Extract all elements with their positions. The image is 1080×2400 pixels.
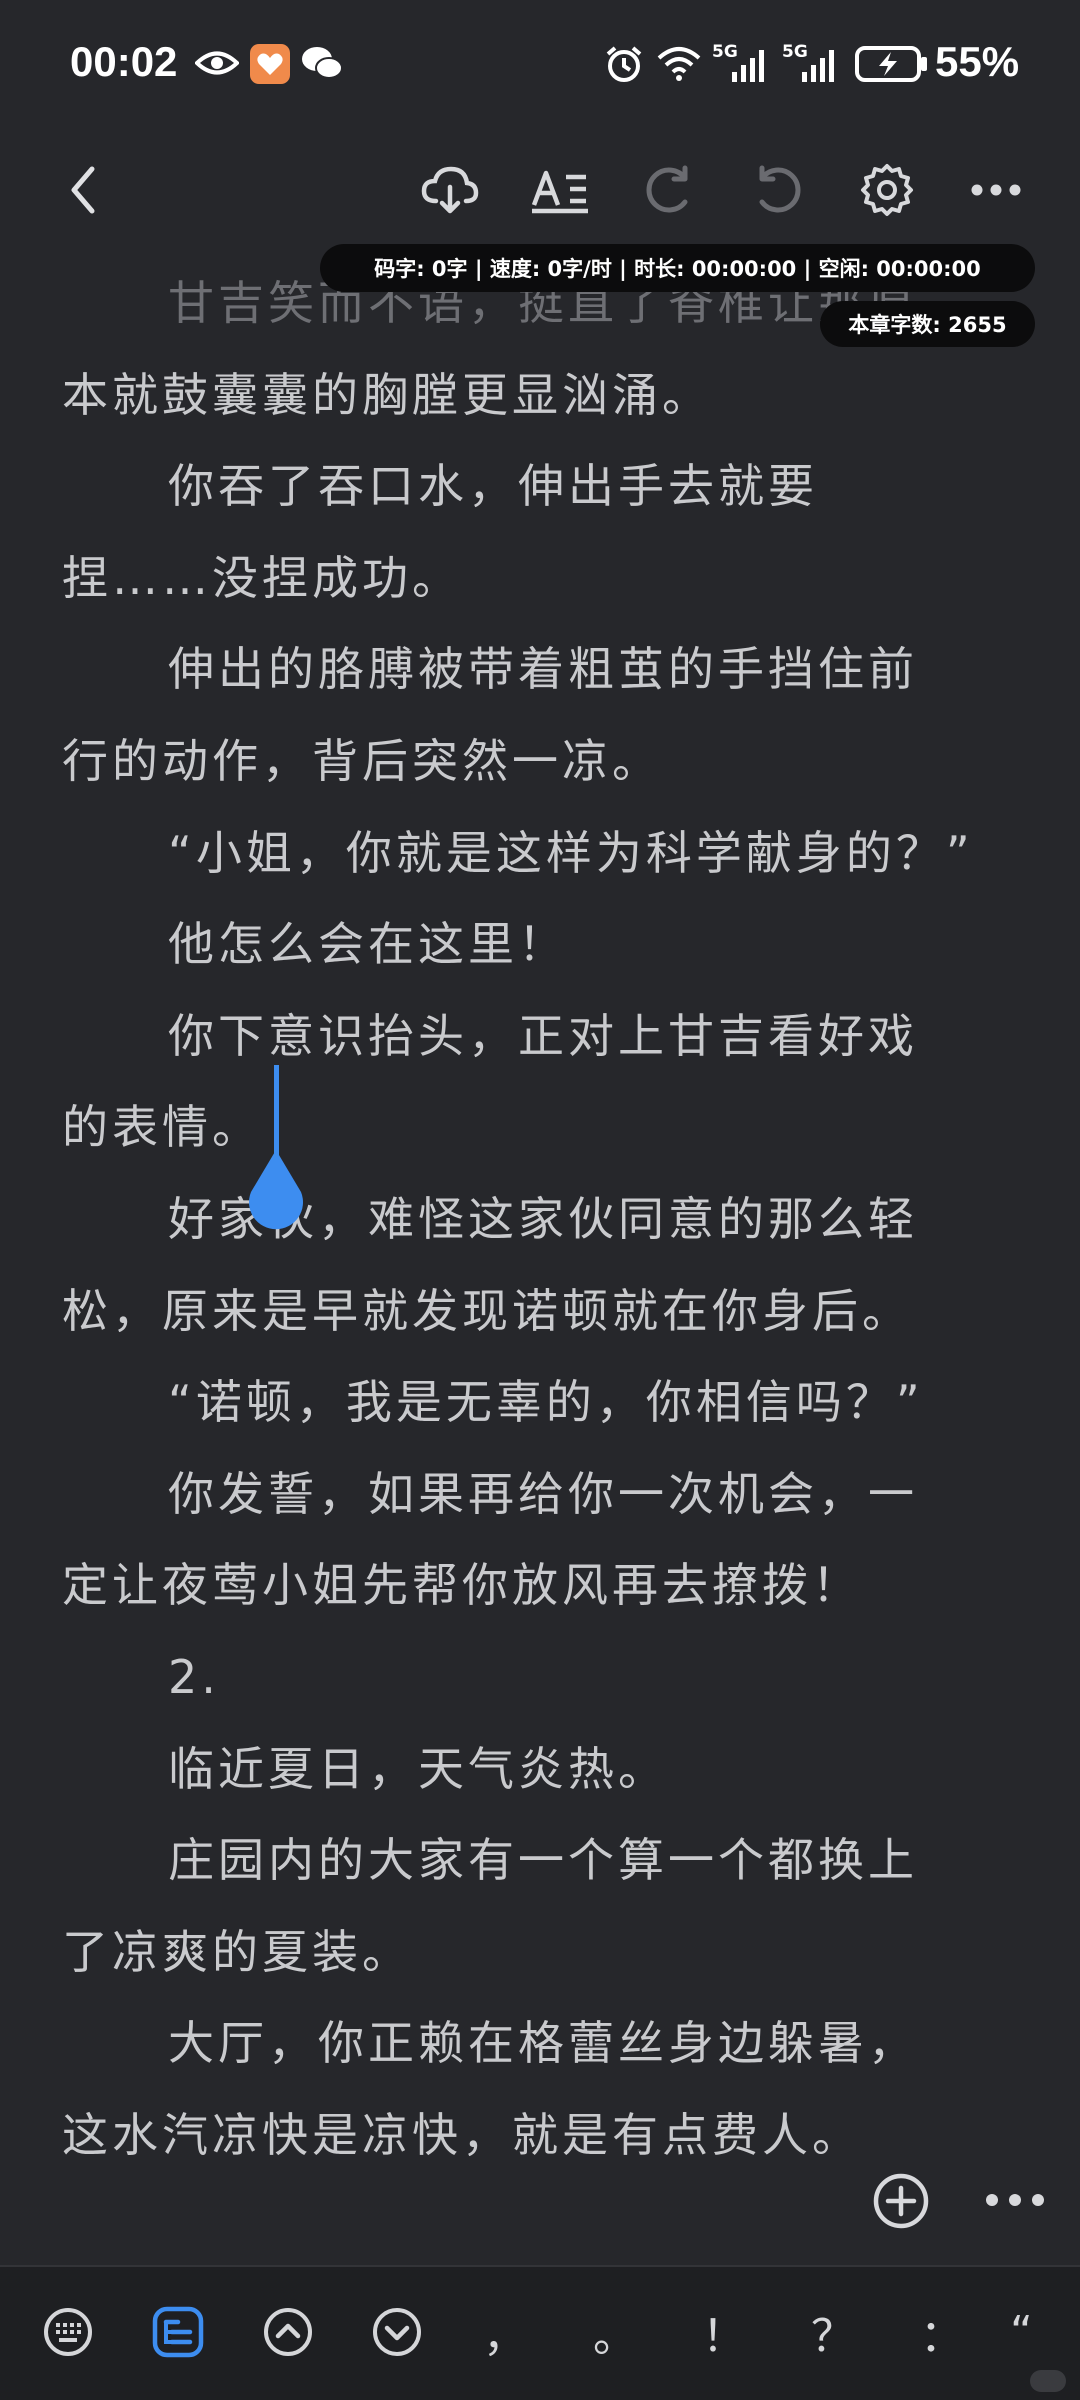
quote-key[interactable]: “ [1010, 2287, 1080, 2377]
cloud-sync-icon [421, 166, 479, 214]
battery-charging-icon [855, 46, 927, 82]
keyboard-button[interactable] [23, 2287, 113, 2377]
text-line: 2. [168, 1649, 220, 1704]
editor-toolbar [0, 140, 1080, 240]
settings-button[interactable] [842, 140, 932, 240]
chevron-up-icon [264, 2308, 312, 2356]
watermark-badge [1030, 2370, 1066, 2392]
status-time: 00:02 [70, 38, 178, 85]
text-line: 大厅，你正赖在格蕾丝身边躲暑， [168, 2016, 918, 2071]
gear-icon [861, 164, 913, 216]
redo-button[interactable] [733, 140, 823, 240]
text-line: 捏……没捏成功。 [62, 550, 462, 605]
text-line: 的表情。 [62, 1100, 262, 1155]
text-cursor [274, 1065, 279, 1157]
text-line: 了凉爽的夏装。 [62, 1924, 412, 1979]
period-key[interactable]: 。 [570, 2287, 660, 2377]
typing-stats-bar: 码字: 0字 | 速度: 0字/时 | 时长: 00:00:00 | 空闲: 0… [320, 244, 1035, 292]
text-line: 你吞了吞口水，伸出手去就要 [168, 459, 818, 514]
outline-icon [152, 2306, 204, 2358]
more-horizontal-icon-bottom[interactable] [980, 2185, 1050, 2215]
exclamation-key[interactable]: ！ [679, 2287, 769, 2377]
text-line: “小姐，你就是这样为科学献身的？” [168, 825, 974, 880]
keyboard-toolbar: ， 。 ！ ？ ： “ [0, 2265, 1080, 2400]
signal-bars-icon-1 [732, 50, 764, 82]
text-line: 好家伙，难怪这家伙同意的那么轻 [168, 1191, 918, 1246]
text-line: 行的动作，背后突然一凉。 [62, 733, 662, 788]
text-line: 你发誓，如果再给你一次机会，一 [168, 1466, 918, 1521]
text-line: 伸出的胳膊被带着粗茧的手挡住前 [168, 642, 918, 697]
text-line: 定让夜莺小姐先帮你放风再去撩拨！ [62, 1558, 862, 1613]
eye-icon [195, 51, 239, 75]
wifi-icon [657, 47, 701, 81]
text-line: 松，原来是早就发现诺顿就在你身后。 [62, 1283, 912, 1338]
text-line: “诺顿，我是无辜的，你相信吗？” [168, 1375, 924, 1430]
text-line: 庄园内的大家有一个算一个都换上 [168, 1833, 918, 1888]
back-button[interactable] [38, 140, 128, 240]
alarm-icon [606, 46, 642, 82]
redo-icon [759, 165, 801, 213]
text-line: 本就鼓囊囊的胸膛更显汹涌。 [62, 367, 712, 422]
more-button[interactable] [951, 140, 1041, 240]
question-key[interactable]: ？ [788, 2287, 878, 2377]
text-line: 临近夏日，天气炎热。 [168, 1741, 668, 1796]
more-horizontal-icon [971, 184, 1021, 196]
chevron-left-icon [71, 166, 95, 214]
keyboard-icon [44, 2308, 92, 2356]
comma-key[interactable]: ， [460, 2287, 550, 2377]
text-line: 他怎么会在这里！ [168, 917, 568, 972]
text-line: 你下意识抬头，正对上甘吉看好戏 [168, 1008, 918, 1063]
chapter-word-count: 本章字数: 2655 [820, 301, 1035, 347]
add-circle-icon[interactable] [872, 2172, 930, 2230]
text-line: 这水汽凉快是凉快，就是有点费人。 [62, 2107, 862, 2162]
cursor-handle[interactable] [245, 1150, 307, 1230]
cursor-up-button[interactable] [243, 2287, 333, 2377]
wechat-icon [302, 47, 343, 79]
cloud-sync-button[interactable] [405, 140, 495, 240]
undo-icon [646, 165, 688, 213]
status-bar: 00:02 5G 5G 55% [0, 0, 1080, 130]
text-format-icon [531, 170, 588, 214]
text-format-button[interactable] [515, 140, 605, 240]
colon-key[interactable]: ： [897, 2287, 987, 2377]
app-heart-icon [250, 44, 290, 84]
outline-button[interactable] [133, 2287, 223, 2377]
cursor-down-button[interactable] [352, 2287, 442, 2377]
chevron-down-icon [373, 2308, 421, 2356]
signal-bars-icon-2 [802, 50, 834, 82]
battery-percent: 55% [935, 38, 1020, 85]
editor-text-area[interactable]: 甘吉笑而不语，挺直了脊椎让那原 本就鼓囊囊的胸膛更显汹涌。 你吞了吞口水，伸出手去就… [62, 258, 1022, 2181]
undo-button[interactable] [624, 140, 714, 240]
